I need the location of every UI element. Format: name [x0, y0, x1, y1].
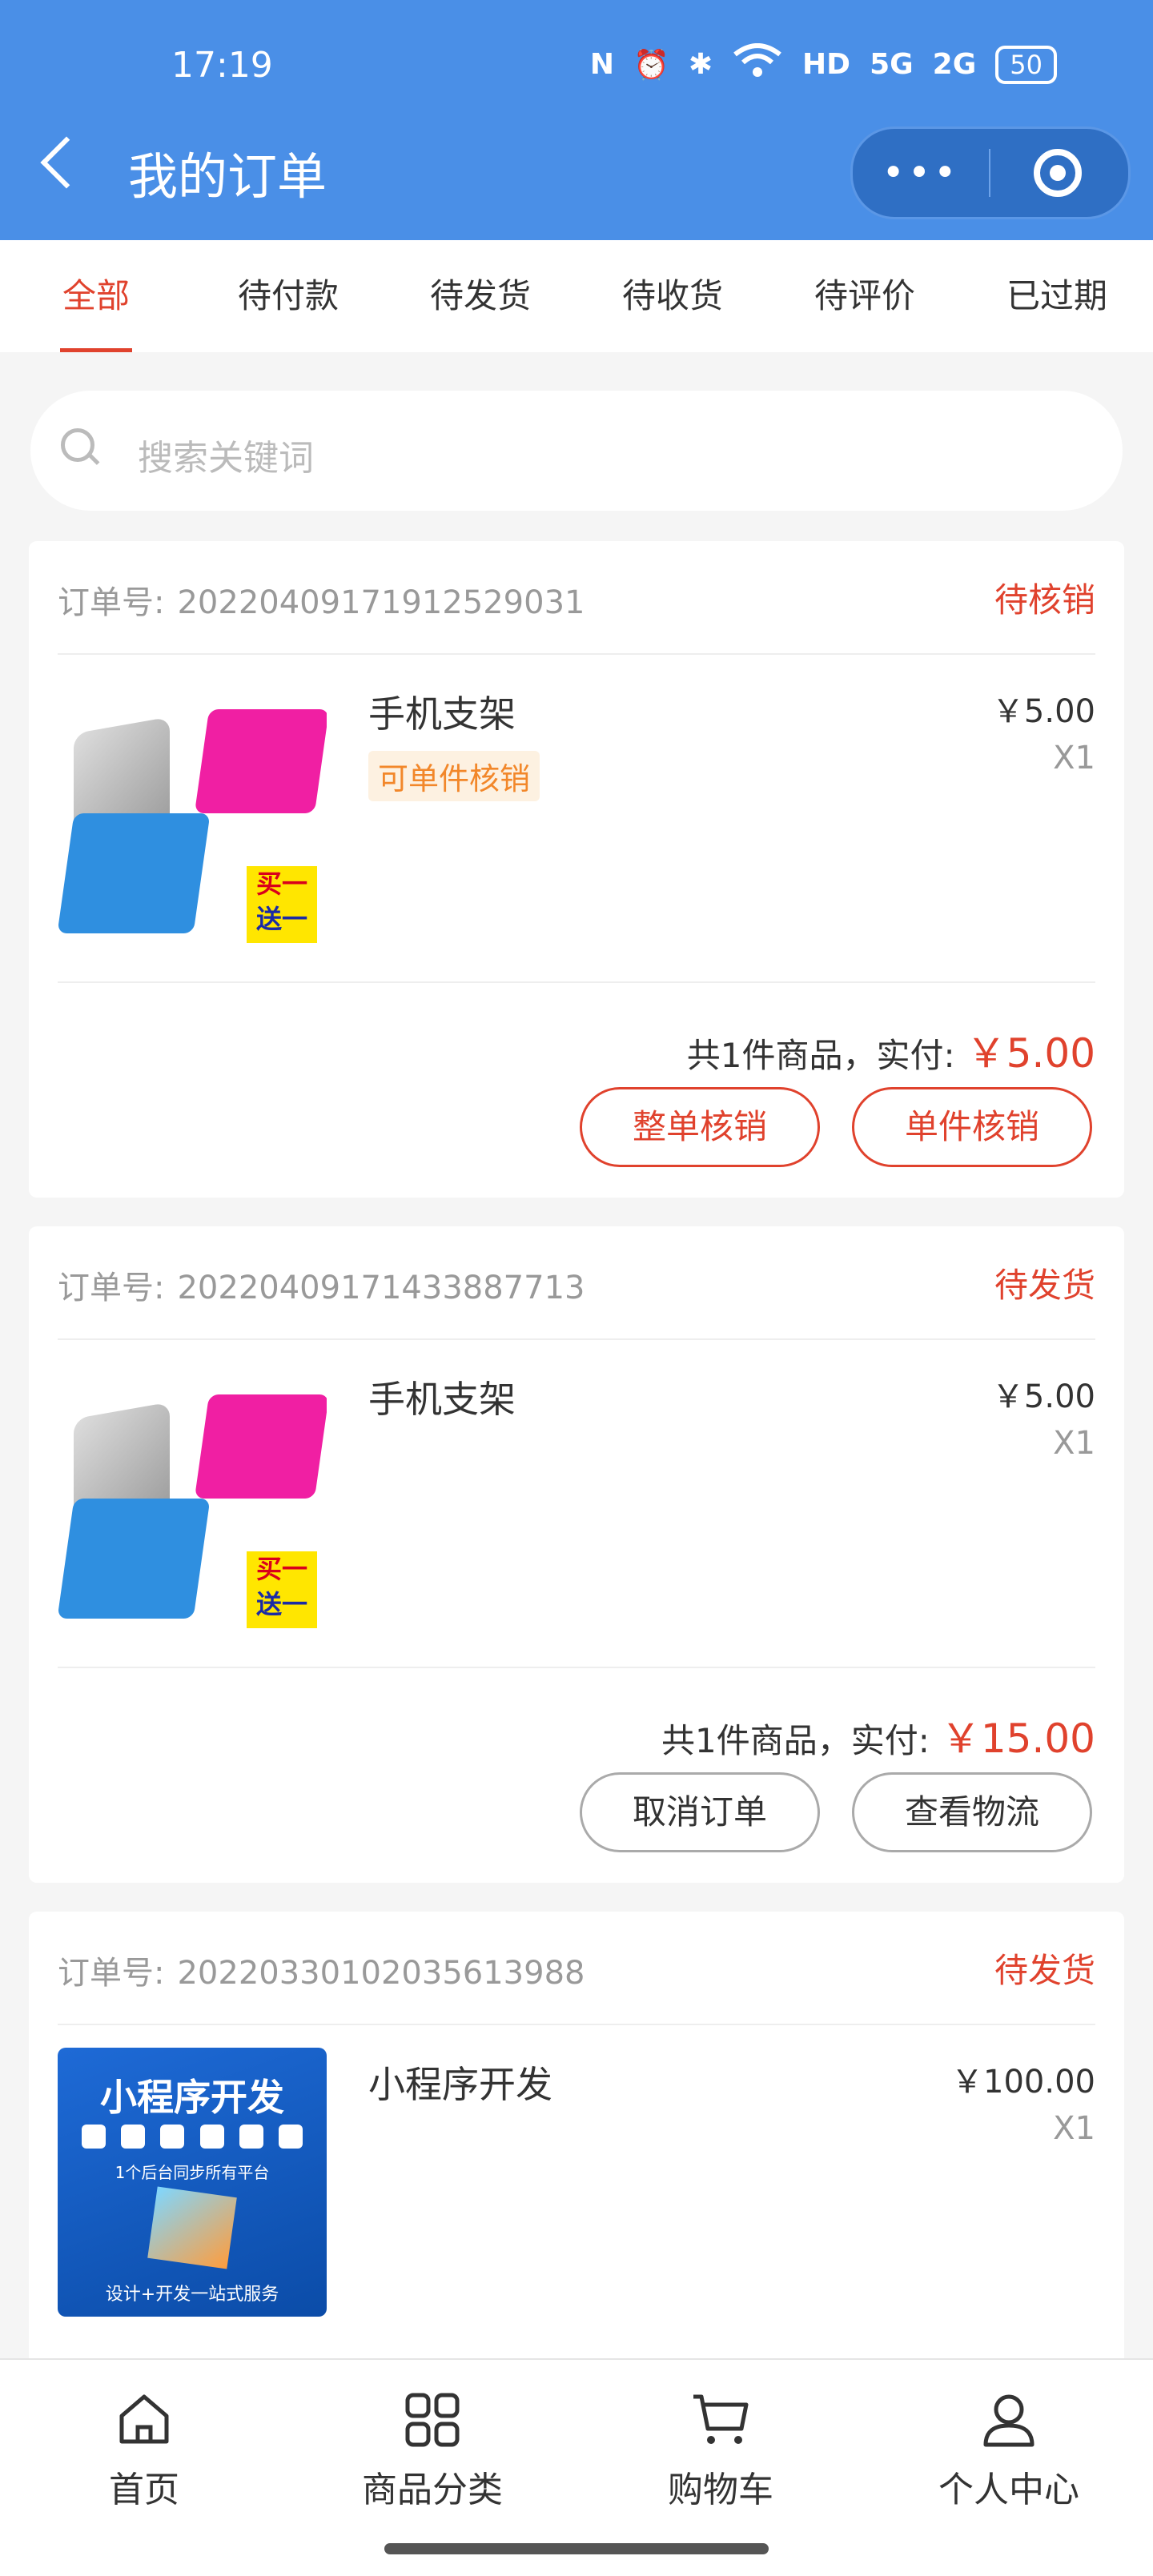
product-image[interactable]: 小程序开发 1个后台同步所有平台 设计+开发一站式服务	[58, 2048, 327, 2317]
product-qty: X1	[1053, 740, 1095, 776]
order-header: 订单号: 20220330102035613988 待发货	[58, 1912, 1095, 2025]
order-total: 共1件商品，实付: ￥15.00	[661, 1715, 1095, 1762]
search-placeholder: 搜索关键词	[138, 438, 314, 479]
order-card[interactable]: 订单号: 20220409171433887713 待发货 买一 送一 手机支架 ￥…	[29, 1226, 1124, 1883]
cart-icon	[693, 2394, 749, 2444]
alarm-icon: ⏰	[633, 48, 669, 82]
product-name[interactable]: 小程序开发	[368, 2056, 552, 2109]
product-name[interactable]: 手机支架	[368, 1370, 516, 1423]
nav-label: 商品分类	[362, 2470, 503, 2510]
tab-pending-shipment[interactable]: 待发货	[384, 240, 576, 352]
order-total: 共1件商品，实付: ￥5.00	[686, 1030, 1095, 1077]
bluetooth-icon: ✱	[688, 48, 713, 81]
home-indicator[interactable]	[384, 2543, 769, 2554]
close-target-button[interactable]	[1034, 149, 1082, 197]
status-time: 17:19	[171, 45, 273, 86]
product-price: ￥5.00	[991, 1378, 1095, 1415]
order-status: 待核销	[994, 580, 1095, 620]
nav-label: 首页	[109, 2470, 179, 2510]
user-icon	[983, 2394, 1034, 2447]
nav-label: 购物车	[668, 2470, 773, 2510]
home-icon	[119, 2394, 169, 2444]
grid-icon	[405, 2393, 460, 2447]
product-tag: 可单件核销	[368, 751, 540, 801]
product-image[interactable]: 买一 送一	[58, 677, 327, 946]
order-number: 订单号: 20220330102035613988	[58, 1955, 585, 1992]
tab-expired[interactable]: 已过期	[961, 240, 1153, 352]
verify-whole-order-button[interactable]: 整单核销	[580, 1087, 820, 1167]
cancel-order-button[interactable]: 取消订单	[580, 1772, 820, 1852]
nav-profile[interactable]: 个人中心	[865, 2360, 1153, 2520]
divider	[58, 1667, 1095, 1668]
battery-icon: 50	[995, 45, 1057, 84]
promo-badge: 买一 送一	[247, 1551, 317, 1628]
tab-all[interactable]: 全部	[0, 240, 192, 352]
order-number: 订单号: 20220409171912529031	[58, 584, 585, 621]
tab-pending-payment[interactable]: 待付款	[192, 240, 384, 352]
promo-title: 小程序开发	[100, 2076, 284, 2119]
cube-graphic	[147, 2186, 237, 2269]
signal-5g-icon: 5G	[870, 48, 914, 81]
product-qty: X1	[1053, 1425, 1095, 1462]
signal-2g-icon: 2G	[932, 48, 977, 81]
order-header: 订单号: 20220409171433887713 待发货	[58, 1226, 1095, 1340]
order-status: 待发货	[994, 1266, 1095, 1305]
divider	[58, 981, 1095, 983]
nav-home[interactable]: 首页	[0, 2360, 288, 2520]
order-status: 待发货	[994, 1951, 1095, 1990]
nfc-icon: N	[589, 48, 615, 81]
product-qty: X1	[1053, 2110, 1095, 2147]
tab-pending-review[interactable]: 待评价	[769, 240, 961, 352]
product-price: ￥100.00	[951, 2064, 1095, 2101]
more-menu-button[interactable]: •••	[853, 150, 989, 195]
page-title: 我的订单	[128, 147, 327, 206]
product-image[interactable]: 买一 送一	[58, 1362, 327, 1631]
promo-line: 设计+开发一站式服务	[105, 2285, 279, 2305]
order-card[interactable]: 订单号: 20220330102035613988 待发货 小程序开发 1个后台同…	[29, 1912, 1124, 2392]
order-header: 订单号: 20220409171912529031 待核销	[58, 541, 1095, 655]
status-icons: N ⏰ ✱ HD 5G 2G 50	[590, 43, 1057, 86]
order-number: 订单号: 20220409171433887713	[58, 1270, 585, 1306]
search-icon	[61, 428, 94, 462]
view-logistics-button[interactable]: 查看物流	[852, 1772, 1092, 1852]
order-tabs: 全部 待付款 待发货 待收货 待评价 已过期	[0, 240, 1153, 352]
nav-category[interactable]: 商品分类	[288, 2360, 576, 2520]
miniprogram-capsule: •••	[850, 126, 1131, 219]
nav-label: 个人中心	[938, 2470, 1079, 2510]
promo-line: 1个后台同步所有平台	[114, 2163, 270, 2182]
order-card[interactable]: 订单号: 20220409171912529031 待核销 买一 送一 手机支架 可…	[29, 541, 1124, 1198]
platform-icons	[82, 2125, 303, 2149]
promo-badge: 买一 送一	[247, 866, 317, 943]
capsule-divider	[989, 149, 990, 197]
product-name[interactable]: 手机支架	[368, 685, 516, 738]
tab-pending-receipt[interactable]: 待收货	[576, 240, 769, 352]
product-price: ￥5.00	[991, 693, 1095, 730]
wifi-icon	[732, 43, 783, 86]
hd-icon: HD	[802, 48, 851, 81]
nav-cart[interactable]: 购物车	[576, 2360, 865, 2520]
verify-single-item-button[interactable]: 单件核销	[852, 1087, 1092, 1167]
